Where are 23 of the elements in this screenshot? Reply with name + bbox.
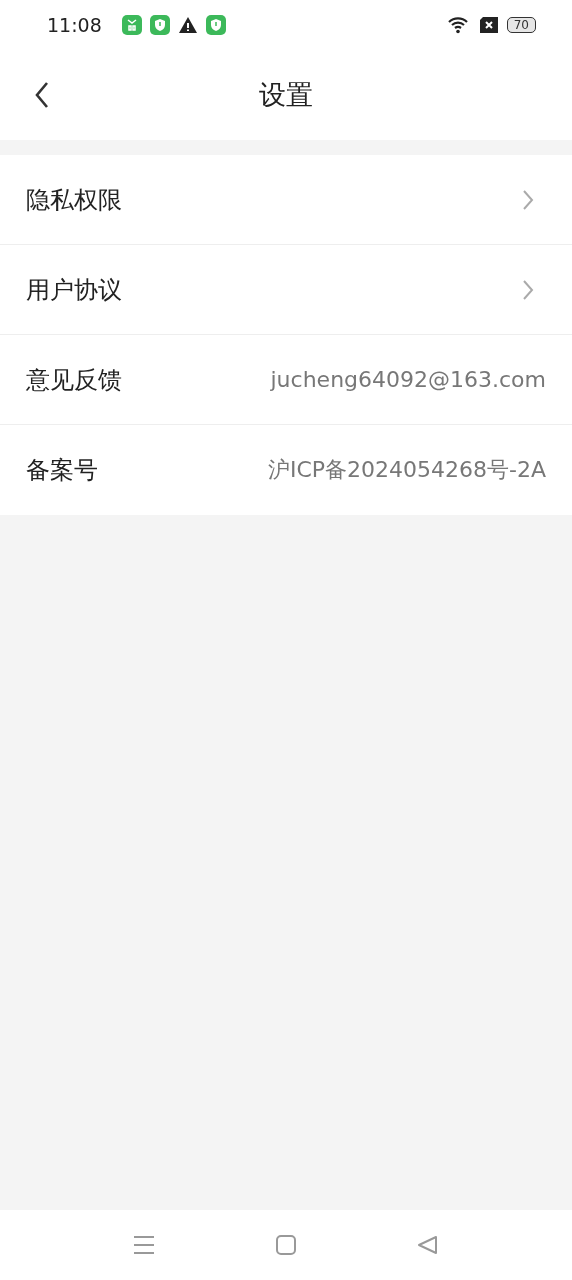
row-label: 意见反馈 (26, 364, 122, 396)
settings-row[interactable]: 备案号 沪ICP备2024054268号-2A (0, 425, 572, 515)
menu-icon[interactable] (133, 1234, 155, 1256)
row-value: 沪ICP备2024054268号-2A (267, 456, 546, 484)
chevron-right-icon (522, 278, 534, 301)
status-time: 11:08 (47, 14, 102, 36)
app-notification-icon (121, 15, 142, 35)
settings-row[interactable]: 隐私权限 (0, 155, 572, 245)
home-icon[interactable] (275, 1234, 297, 1256)
page-title: 设置 (259, 78, 313, 112)
battery-indicator: 70 (506, 17, 536, 33)
no-sim-icon (478, 16, 499, 34)
row-label: 用户协议 (26, 274, 122, 306)
row-value: jucheng64092@163.com (270, 367, 546, 392)
settings-row[interactable]: 意见反馈 jucheng64092@163.com (0, 335, 572, 425)
warning-icon (177, 15, 198, 35)
row-label: 备案号 (26, 455, 98, 486)
back-icon[interactable] (34, 81, 50, 109)
settings-row[interactable]: 用户协议 (0, 245, 572, 335)
row-label: 隐私权限 (26, 184, 122, 216)
shield-icon (205, 15, 226, 35)
shield-icon (149, 15, 170, 35)
chevron-right-icon (522, 188, 534, 211)
